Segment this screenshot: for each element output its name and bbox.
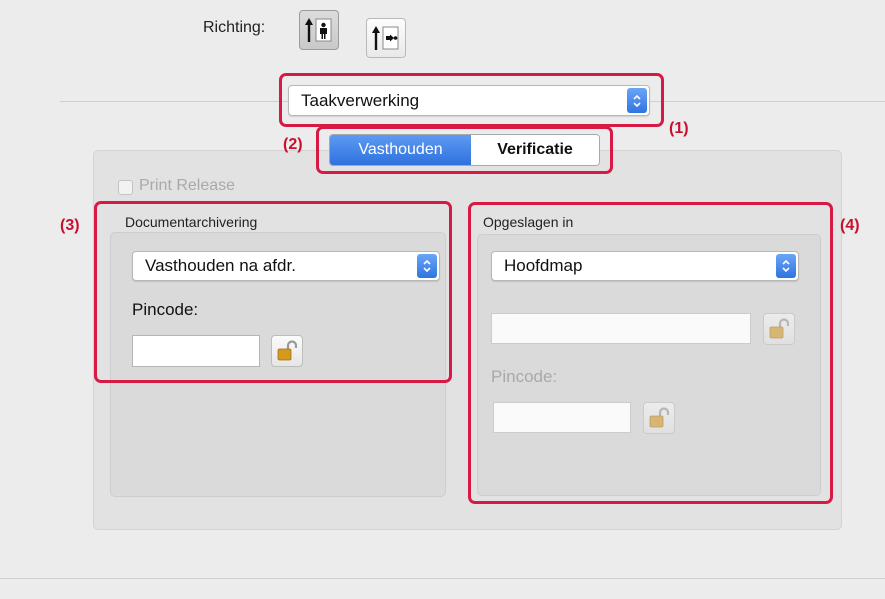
print-release-checkbox[interactable]: [118, 180, 133, 195]
callout-label-2: (2): [283, 136, 303, 153]
callout-label-4: (4): [840, 217, 860, 234]
callout-box-4: [468, 202, 833, 504]
callout-label-3: (3): [60, 217, 80, 234]
landscape-orientation-icon: [372, 26, 399, 50]
callout-box-3: [94, 201, 452, 383]
orientation-label: Richting:: [203, 19, 266, 36]
portrait-orientation-icon: [305, 18, 332, 42]
orientation-landscape-button[interactable]: [366, 18, 406, 58]
bottom-divider: [0, 578, 885, 579]
callout-box-1: [279, 73, 664, 127]
callout-label-1: (1): [669, 120, 689, 137]
callout-box-2: [316, 126, 613, 174]
print-release-label: Print Release: [139, 177, 236, 194]
orientation-portrait-button[interactable]: [299, 10, 339, 50]
